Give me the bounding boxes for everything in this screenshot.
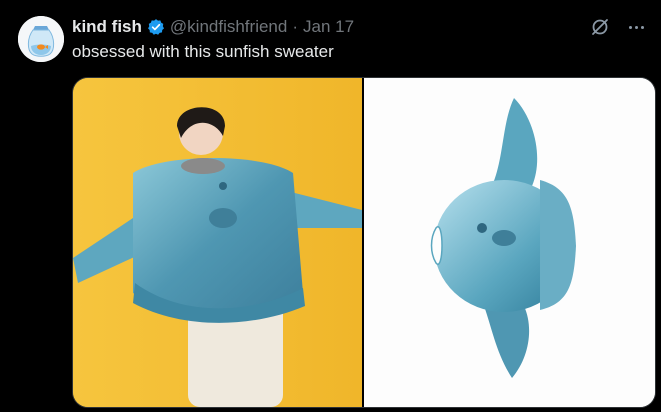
tweet-actions — [589, 16, 647, 38]
photo-sunfish-sweater[interactable] — [364, 78, 655, 407]
tweet-date[interactable]: Jan 17 — [303, 17, 354, 37]
verified-badge-icon — [147, 19, 164, 35]
tweet-header: kind fish @kindfishfriend · Jan 17 — [72, 16, 354, 38]
grok-icon[interactable] — [589, 16, 611, 38]
tweet[interactable]: kind fish @kindfishfriend · Jan 17 obses… — [0, 0, 661, 412]
separator-dot: · — [292, 17, 299, 36]
tweet-media[interactable] — [72, 77, 656, 408]
author-name[interactable]: kind fish — [72, 17, 142, 37]
author-handle[interactable]: @kindfishfriend — [170, 17, 287, 37]
more-icon[interactable] — [625, 16, 647, 38]
photo-person-in-sweater[interactable] — [73, 78, 362, 407]
tweet-text: obsessed with this sunfish sweater — [72, 42, 334, 61]
goldfish-bag-icon — [18, 16, 64, 62]
author-avatar[interactable] — [18, 16, 64, 62]
